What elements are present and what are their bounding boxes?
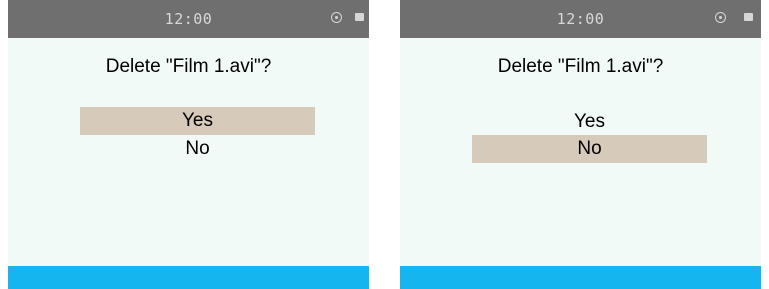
status-clock: 12:00: [556, 10, 605, 28]
no-option[interactable]: No: [80, 135, 315, 163]
battery-icon: [744, 13, 753, 21]
delete-confirmation-title: Delete "Film 1.avi"?: [105, 56, 272, 77]
no-option[interactable]: No: [472, 135, 707, 163]
yes-option[interactable]: Yes: [80, 107, 315, 135]
battery-icon: [355, 13, 364, 21]
device-screen-no-selected: 12:00 Delete "Film 1.avi"? Yes No: [400, 0, 761, 289]
target-icon: [715, 12, 726, 23]
device-screen-yes-selected: 12:00 Delete "Film 1.avi"? Yes No: [8, 0, 369, 289]
bottom-bar: [8, 266, 369, 289]
delete-confirmation-title: Delete "Film 1.avi"?: [497, 56, 664, 77]
status-bar: 12:00: [400, 0, 761, 38]
target-icon: [331, 12, 342, 23]
status-clock: 12:00: [164, 10, 213, 28]
yes-option[interactable]: Yes: [472, 108, 707, 136]
bottom-bar: [400, 266, 761, 289]
status-bar: 12:00: [8, 0, 369, 38]
